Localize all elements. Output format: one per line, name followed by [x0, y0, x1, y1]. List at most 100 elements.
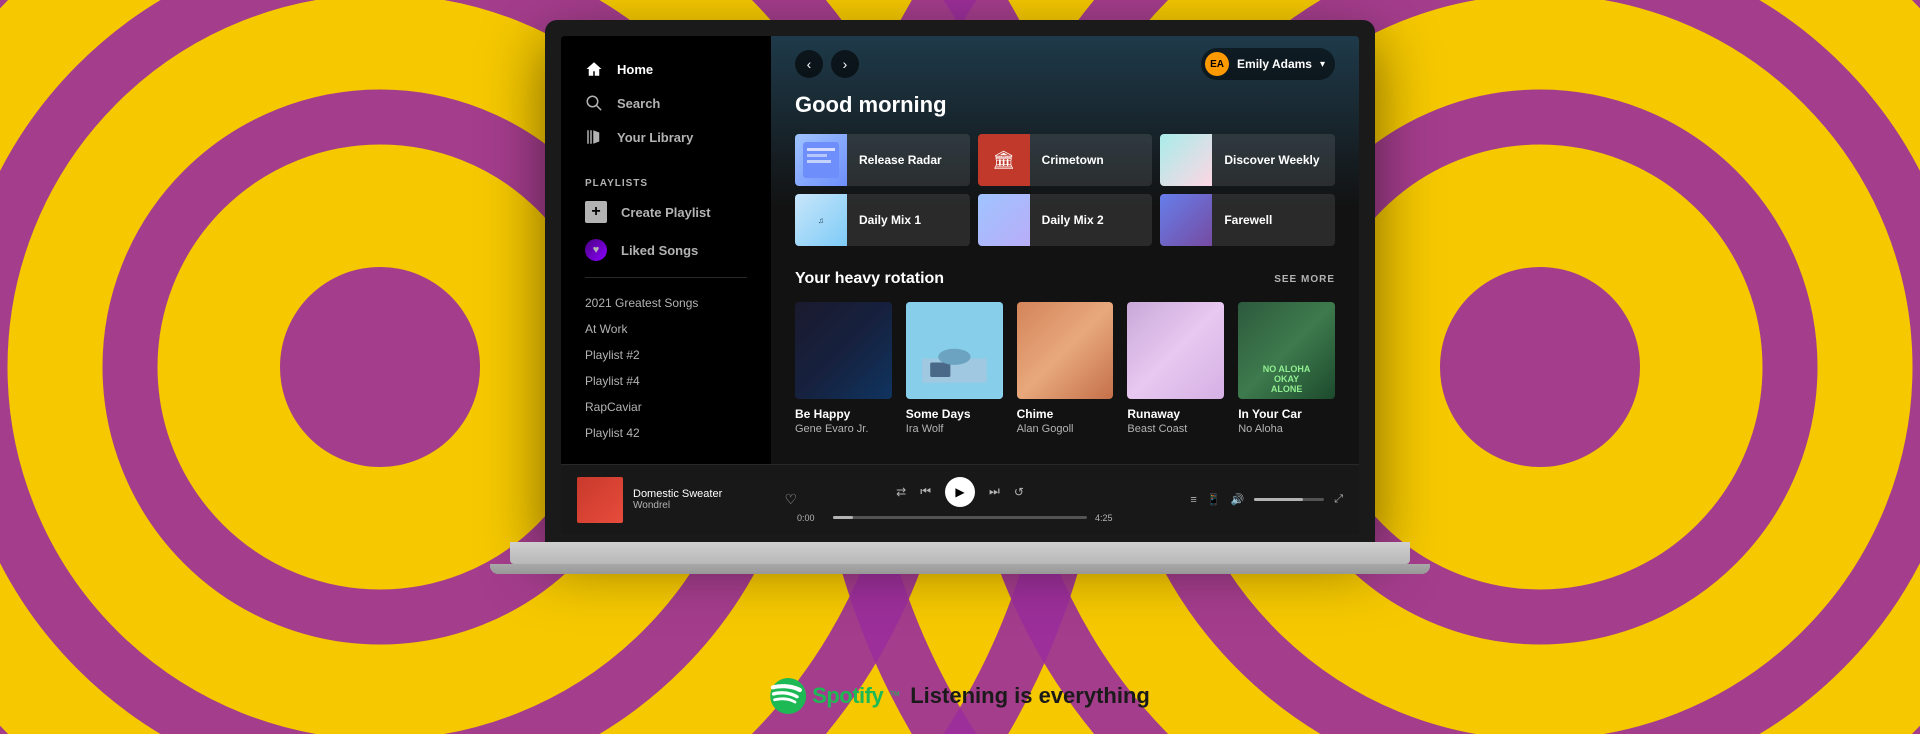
volume-bar[interactable] — [1254, 498, 1324, 501]
some-days-art — [906, 302, 1003, 399]
playlist-item-4[interactable]: RapCaviar — [561, 394, 771, 420]
runaway-art — [1127, 302, 1224, 399]
release-radar-title: Release Radar — [847, 153, 954, 167]
laptop: Home Search Your Library PLAYLIST — [490, 20, 1430, 574]
chevron-down-icon: ▾ — [1320, 59, 1325, 70]
trademark: ™ — [889, 690, 900, 702]
dailymix2-title: Daily Mix 2 — [1030, 213, 1116, 227]
farewell-art — [1160, 194, 1212, 246]
rotation-grid: Be Happy Gene Evaro Jr. — [795, 302, 1335, 435]
player-right-controls: ≡ 📱 🔊 ⤢ — [1123, 493, 1343, 506]
progress-bar-container: 0:00 4:25 — [797, 513, 1123, 523]
playlist-list: 2021 Greatest Songs At Work Playlist #2 … — [561, 286, 771, 450]
nav-back-button[interactable]: ‹ — [795, 50, 823, 78]
heavy-rotation-header: Your heavy rotation SEE MORE — [795, 270, 1335, 288]
rotation-item-runaway[interactable]: Runaway Beast Coast — [1127, 302, 1224, 435]
sidebar: Home Search Your Library PLAYLIST — [561, 36, 771, 464]
home-icon — [585, 60, 603, 78]
library-icon — [585, 128, 603, 146]
some-days-artist: Ira Wolf — [906, 423, 1003, 435]
playlist-item-5[interactable]: Playlist 42 — [561, 420, 771, 446]
laptop-bezel: Home Search Your Library PLAYLIST — [545, 20, 1375, 542]
shuffle-button[interactable]: ⇄ — [896, 485, 906, 499]
fullscreen-icon[interactable]: ⤢ — [1334, 493, 1343, 506]
runaway-title: Runaway — [1127, 407, 1224, 421]
playlist-item-1[interactable]: At Work — [561, 316, 771, 342]
playlist-item-0[interactable]: 2021 Greatest Songs — [561, 290, 771, 316]
play-pause-button[interactable]: ▶ — [945, 477, 975, 507]
quick-item-release-radar[interactable]: Release Radar — [795, 134, 970, 186]
sidebar-home-label: Home — [617, 62, 653, 77]
rotation-item-chime[interactable]: Chime Alan Gogoll — [1017, 302, 1114, 435]
heavy-rotation-title: Your heavy rotation — [795, 270, 944, 288]
tagline: Listening is everything — [910, 683, 1150, 709]
playlists-section-label: PLAYLISTS — [561, 162, 771, 193]
spotify-name: Spotify — [812, 683, 883, 709]
create-playlist-icon: + — [585, 201, 607, 223]
user-menu[interactable]: EA Emily Adams ▾ — [1201, 48, 1335, 80]
player-track-name: Domestic Sweater — [633, 488, 774, 500]
liked-songs-action[interactable]: ♥ Liked Songs — [561, 231, 771, 269]
release-radar-art — [795, 134, 847, 186]
farewell-title: Farewell — [1212, 213, 1284, 227]
liked-songs-icon: ♥ — [585, 239, 607, 261]
dailymix1-title: Daily Mix 1 — [847, 213, 933, 227]
laptop-base — [510, 542, 1410, 564]
discover-art — [1160, 134, 1212, 186]
in-your-car-art: NO ALOHAOKAYALONE — [1238, 302, 1335, 399]
player-track: Domestic Sweater Wondrel ♡ — [577, 477, 797, 523]
player-controls: ⇄ ⏮ ▶ ⏭ ↺ 0:00 4:25 — [797, 477, 1123, 523]
laptop-base-bottom — [490, 564, 1430, 574]
spotify-logo-icon — [770, 678, 806, 714]
volume-icon[interactable]: 🔊 — [1230, 493, 1244, 506]
progress-track[interactable] — [833, 516, 1087, 519]
in-your-car-title: In Your Car — [1238, 407, 1335, 421]
create-playlist-label: Create Playlist — [621, 205, 711, 220]
sidebar-item-home[interactable]: Home — [561, 52, 771, 86]
playlist-item-3[interactable]: Playlist #4 — [561, 368, 771, 394]
nav-forward-button[interactable]: › — [831, 50, 859, 78]
like-button[interactable]: ♡ — [784, 491, 797, 508]
rotation-item-in-your-car[interactable]: NO ALOHAOKAYALONE In Your Car No Aloha — [1238, 302, 1335, 435]
playlist-item-2[interactable]: Playlist #2 — [561, 342, 771, 368]
create-playlist-action[interactable]: + Create Playlist — [561, 193, 771, 231]
chime-artist: Alan Gogoll — [1017, 423, 1114, 435]
rotation-item-some-days[interactable]: Some Days Ira Wolf — [906, 302, 1003, 435]
queue-icon[interactable]: ≡ — [1190, 494, 1196, 506]
discover-title: Discover Weekly — [1212, 153, 1331, 167]
liked-songs-label: Liked Songs — [621, 243, 698, 258]
player-bar: Domestic Sweater Wondrel ♡ ⇄ ⏮ ▶ ⏭ ↺ — [561, 464, 1359, 534]
content-area: Good morning Release Radar — [771, 92, 1359, 459]
rotation-item-be-happy[interactable]: Be Happy Gene Evaro Jr. — [795, 302, 892, 435]
sidebar-nav: Home Search Your Library — [561, 44, 771, 162]
player-buttons: ⇄ ⏮ ▶ ⏭ ↺ — [896, 477, 1024, 507]
sidebar-item-search[interactable]: Search — [561, 86, 771, 120]
sidebar-library-label: Your Library — [617, 130, 693, 145]
previous-button[interactable]: ⏮ — [920, 484, 931, 499]
sidebar-item-library[interactable]: Your Library — [561, 120, 771, 154]
progress-fill — [833, 516, 853, 519]
sidebar-divider — [585, 277, 747, 278]
dailymix1-art: ♫ — [795, 194, 847, 246]
crimetown-title: Crimetown — [1030, 153, 1116, 167]
runaway-artist: Beast Coast — [1127, 423, 1224, 435]
see-more-button[interactable]: SEE MORE — [1274, 274, 1335, 285]
branding: Spotify ™ Listening is everything — [770, 678, 1150, 714]
spotify-app: Home Search Your Library PLAYLIST — [561, 36, 1359, 534]
quick-item-dailymix2[interactable]: Daily Mix 2 — [978, 194, 1153, 246]
quick-item-dailymix1[interactable]: ♫ Daily Mix 1 — [795, 194, 970, 246]
quick-item-farewell[interactable]: Farewell — [1160, 194, 1335, 246]
volume-fill — [1254, 498, 1303, 501]
main-content: ‹ › EA Emily Adams ▾ Good morning — [771, 36, 1359, 464]
quick-item-crimetown[interactable]: 🏛 Crimetown — [978, 134, 1153, 186]
spotify-main: Home Search Your Library PLAYLIST — [561, 36, 1359, 464]
be-happy-artist: Gene Evaro Jr. — [795, 423, 892, 435]
topbar: ‹ › EA Emily Adams ▾ — [771, 36, 1359, 92]
avatar: EA — [1205, 52, 1229, 76]
chime-title: Chime — [1017, 407, 1114, 421]
repeat-button[interactable]: ↺ — [1014, 485, 1024, 499]
be-happy-art — [795, 302, 892, 399]
next-button[interactable]: ⏭ — [989, 484, 1000, 499]
quick-item-discover[interactable]: Discover Weekly — [1160, 134, 1335, 186]
devices-icon[interactable]: 📱 — [1207, 493, 1221, 506]
